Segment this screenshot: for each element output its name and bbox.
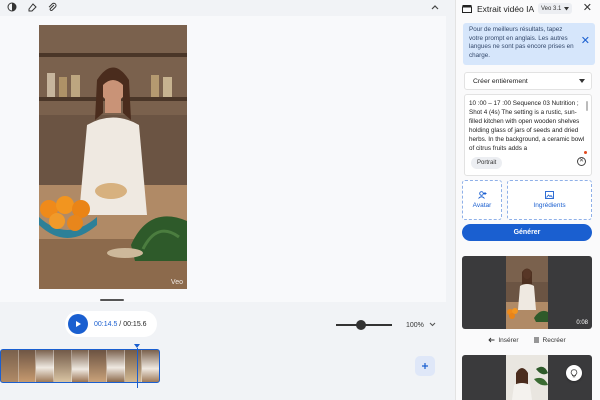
plus-icon: [422, 363, 428, 369]
video-editor-app: Veo 00:14.5 / 00:15.6 100% Extrait vidéo…: [0, 0, 600, 400]
model-selector[interactable]: Veo 3.1: [538, 3, 573, 14]
generated-clip-card[interactable]: 0:08: [462, 256, 592, 329]
avatar-label: Avatar: [472, 202, 492, 209]
model-name: Veo 3.1: [541, 5, 562, 12]
clear-icon[interactable]: ✕: [577, 157, 586, 166]
chevron-down-icon[interactable]: [429, 322, 436, 329]
video-clip-track[interactable]: [0, 349, 160, 383]
play-button[interactable]: [68, 314, 88, 334]
zoom-control: 100%: [336, 318, 446, 332]
panel-title: Extrait vidéo IA: [477, 4, 535, 14]
clip-thumbnail: [71, 350, 90, 382]
clip-thumbnail: [89, 350, 108, 382]
generated-clip-thumbnail: [506, 256, 548, 329]
total-time: 00:15.6: [123, 320, 147, 328]
paperclip-icon[interactable]: [46, 1, 58, 13]
arrow-left-icon: [488, 337, 495, 343]
veo-watermark: Veo: [170, 279, 183, 286]
recreate-button[interactable]: Recréer: [533, 334, 566, 346]
caret-down-icon: [564, 6, 570, 10]
preview-image: [39, 25, 187, 289]
insert-label: Insérer: [498, 336, 519, 344]
close-icon[interactable]: ✕: [583, 3, 592, 14]
playhead[interactable]: [137, 348, 138, 388]
creation-mode-select[interactable]: Créer entièrement: [464, 72, 592, 90]
generated-clip-card[interactable]: [462, 355, 592, 400]
chevron-up-icon[interactable]: [429, 1, 441, 13]
panel-resize-handle[interactable]: [100, 299, 124, 301]
clip-thumbnail: [142, 350, 159, 382]
creation-mode-value: Créer entièrement: [473, 77, 528, 85]
ai-clip-panel: Extrait vidéo IA Veo 3.1 ✕ Pour de meill…: [455, 0, 600, 400]
video-preview[interactable]: Veo: [39, 25, 187, 289]
clip-duration: 0:08: [576, 320, 588, 326]
language-info-banner: Pour de meilleurs résultats, tapez votre…: [463, 23, 595, 65]
lightbulb-icon[interactable]: [566, 365, 582, 381]
play-pill: 00:14.5 / 00:15.6: [65, 311, 157, 337]
clapperboard-icon: [462, 0, 472, 18]
clip-thumbnail: [107, 350, 125, 382]
prompt-scrollbar[interactable]: [586, 101, 588, 111]
banner-text: Pour de meilleurs résultats, tapez votre…: [469, 26, 574, 59]
zoom-slider[interactable]: [336, 320, 392, 330]
status-dot: [584, 151, 587, 154]
clip-thumbnail: [36, 350, 55, 382]
ingredients-option[interactable]: Ingrédients: [507, 180, 592, 220]
contrast-icon[interactable]: [6, 1, 18, 13]
recreate-label: Recréer: [542, 336, 566, 344]
preview-canvas: Veo: [0, 16, 446, 302]
caret-down-icon: [579, 79, 585, 83]
avatar-option[interactable]: Avatar: [462, 180, 502, 220]
add-person-icon: [477, 191, 486, 199]
editor-area: Veo 00:14.5 / 00:15.6 100%: [0, 0, 455, 400]
play-icon: [76, 321, 81, 327]
prompt-textarea[interactable]: 10 :00 – 17 :00 Sequence 03 Nutrition ; …: [464, 94, 592, 176]
timeline: [0, 344, 446, 400]
panel-header: Extrait vidéo IA: [456, 0, 600, 18]
zoom-slider-thumb[interactable]: [356, 320, 367, 330]
current-time: 00:14.5: [94, 320, 118, 328]
insert-button[interactable]: Insérer: [488, 334, 519, 346]
eraser-icon[interactable]: [26, 1, 38, 13]
clip-thumbnail: [1, 350, 19, 382]
playback-controls: 00:14.5 / 00:15.6 100%: [0, 306, 446, 342]
add-clip-button[interactable]: [415, 356, 435, 376]
zoom-level[interactable]: 100%: [406, 322, 424, 329]
timecode: 00:14.5 / 00:15.6: [94, 321, 147, 328]
generate-button[interactable]: Générer: [462, 224, 592, 241]
prompt-text[interactable]: 10 :00 – 17 :00 Sequence 03 Nutrition ; …: [469, 100, 585, 152]
generated-clip-thumbnail: [506, 355, 548, 400]
dismiss-banner-icon[interactable]: ✕: [581, 36, 590, 47]
clip-thumbnail: [18, 350, 37, 382]
clip-actions: Insérer Recréer: [462, 334, 592, 346]
image-icon: [545, 191, 554, 199]
ingredients-label: Ingrédients: [533, 202, 566, 209]
aspect-ratio-chip[interactable]: Portrait: [471, 157, 503, 169]
clip-thumbnail: [124, 350, 143, 382]
top-toolbar: [0, 0, 446, 14]
clip-thumbnail: [54, 350, 72, 382]
stack-icon: [533, 337, 539, 343]
